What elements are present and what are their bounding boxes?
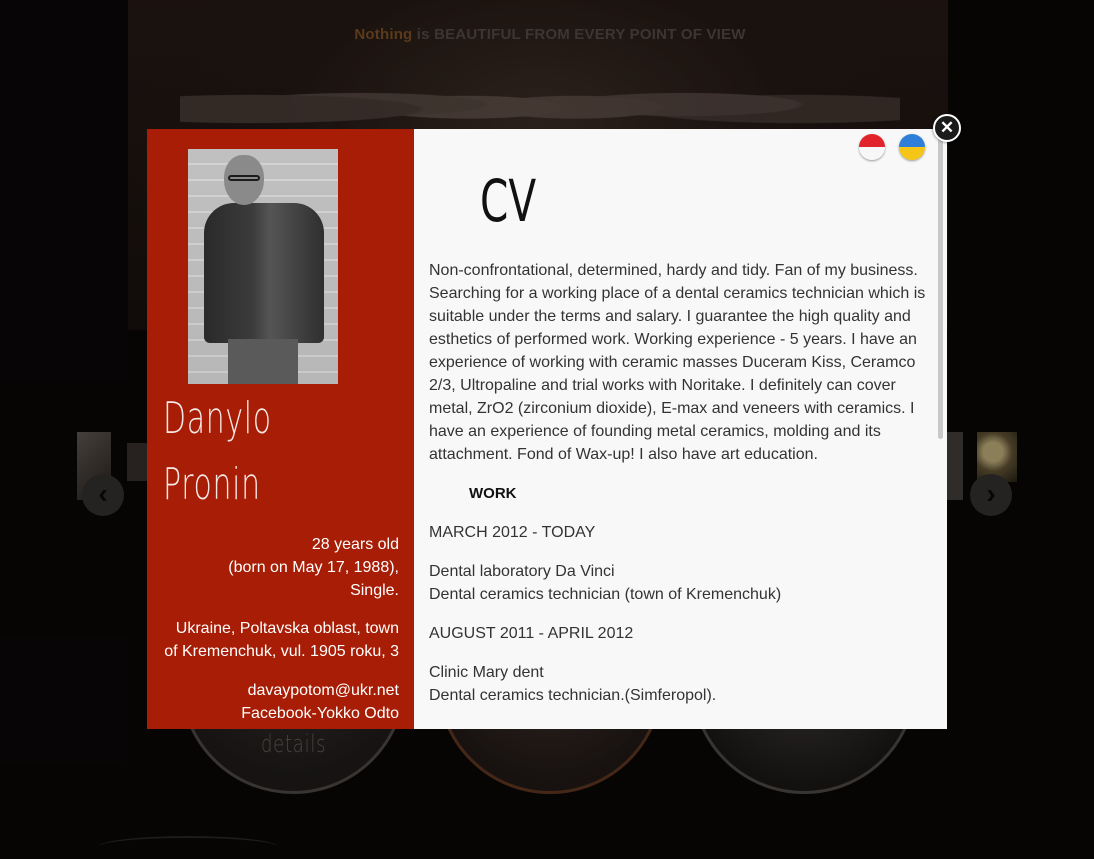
cv-title: CV [480, 167, 537, 235]
close-icon: ✕ [939, 118, 955, 137]
cv-summary: Non-confrontational, determined, hardy a… [429, 262, 926, 463]
facebook-link[interactable]: Facebook-Yokko Odto [159, 702, 399, 725]
last-name: Pronin [163, 459, 261, 510]
ukrainian-flag-icon[interactable] [899, 134, 925, 160]
job-period: MARCH 2012 - TODAY [429, 524, 596, 541]
job-entry: Clinic Mary dent Dental ceramics technic… [429, 661, 934, 707]
scrollbar-thumb[interactable] [938, 129, 943, 439]
cv-content: CV Non-confrontational, determined, hard… [414, 129, 947, 729]
first-name: Danylo [163, 393, 272, 444]
close-modal-button[interactable]: ✕ [933, 114, 961, 142]
birth-date-text: (born on May 17, 1988), [228, 559, 399, 576]
indonesian-flag-icon[interactable] [859, 134, 885, 160]
address-info: Ukraine, Poltavska oblast, town of Kreme… [159, 617, 399, 663]
address-line-2: of Kremenchuk, vul. 1905 roku, 3 [164, 643, 399, 660]
work-heading: WORK [469, 485, 517, 502]
job-employer: Dental laboratory Da Vinci [429, 563, 615, 580]
age-text: 28 years old [311, 536, 399, 553]
profile-sidebar: Danylo Pronin 28 years old (born on May … [147, 129, 414, 729]
cv-modal: Danylo Pronin 28 years old (born on May … [147, 129, 947, 729]
cv-scroll-area[interactable]: Non-confrontational, determined, hardy a… [429, 259, 934, 729]
job-entry: Dental laboratory Da Vinci Dental cerami… [429, 560, 934, 606]
contact-info: davaypotom@ukr.net Facebook-Yokko Odto [159, 679, 399, 725]
email-link[interactable]: davaypotom@ukr.net [159, 679, 399, 702]
job-employer: Clinic Mary dent [429, 664, 544, 681]
personal-info: 28 years old (born on May 17, 1988), Sin… [159, 533, 399, 602]
address-line-1: Ukraine, Poltavska oblast, town [175, 620, 399, 637]
job-role: Dental ceramics technician (town of Krem… [429, 586, 782, 603]
profile-photo [188, 149, 338, 384]
job-role: Dental ceramics technician.(Simferopol). [429, 687, 717, 704]
job-period: AUGUST 2011 - APRIL 2012 [429, 625, 634, 642]
marital-status-text: Single. [350, 582, 399, 599]
